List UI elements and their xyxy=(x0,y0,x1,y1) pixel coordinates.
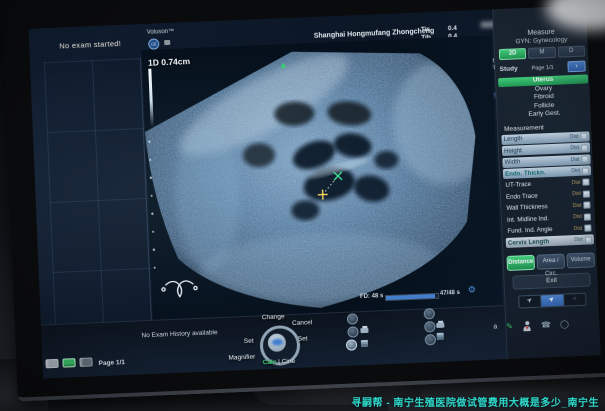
cine-progress-fill xyxy=(386,294,436,300)
circle-select-icon[interactable]: ○ xyxy=(564,294,586,306)
checkbox[interactable] xyxy=(580,132,587,139)
phone-icon[interactable]: ☎ xyxy=(541,320,551,330)
cursor-mode-segmented-control: ➤ ➤ ○ xyxy=(518,293,586,309)
photo-of-ultrasound-monitor: No exam started! Voluson™ GE Shanghai Ho… xyxy=(0,0,605,411)
measure-panel: Measure GYN: Gynecology 2D M D Study Pag… xyxy=(492,5,601,359)
body-marker-icon xyxy=(162,280,198,297)
measure-tool-buttons: Distance Area / Circ. Volume xyxy=(506,252,595,271)
fan-sector xyxy=(142,35,503,321)
study-next-page-button[interactable]: › xyxy=(567,61,585,73)
study-page-label: Page 1/1 xyxy=(518,64,568,72)
checkbox[interactable] xyxy=(581,144,588,151)
clipboard-grid[interactable] xyxy=(44,58,153,340)
distance-button[interactable]: Distance xyxy=(506,255,535,271)
layout-single-icon[interactable] xyxy=(45,359,58,369)
separator: | xyxy=(278,359,280,366)
ultrasound-screen: No exam started! Voluson™ GE Shanghai Ho… xyxy=(29,5,601,378)
record-circle-icon[interactable]: ◯ xyxy=(560,319,569,329)
voluson-logo: Voluson™ xyxy=(147,29,175,36)
printer-icon xyxy=(360,328,368,333)
status-message: No exam started! xyxy=(59,39,121,51)
ge-logo-icon: GE xyxy=(148,38,159,49)
trackball-topright-label: Cancel xyxy=(292,319,313,327)
trackball-left-label: Set xyxy=(244,338,254,345)
clipboard-page-label: Page 1/1 xyxy=(98,359,125,367)
logo-chip-icon xyxy=(164,40,170,45)
checkbox[interactable] xyxy=(584,224,591,231)
checkbox[interactable] xyxy=(582,178,589,185)
text-annotation-icon[interactable]: a xyxy=(493,322,497,332)
pointer-icon[interactable]: ➤ xyxy=(519,296,542,308)
printer-icon xyxy=(436,323,444,328)
ultrasound-image xyxy=(142,35,503,321)
trackball-top-label: Change xyxy=(262,313,285,321)
checkbox[interactable] xyxy=(585,236,592,243)
calc-label: Calc xyxy=(263,359,277,367)
exit-button[interactable]: Exit xyxy=(512,272,591,289)
checkbox[interactable] xyxy=(583,190,590,197)
study-row: Study Page 1/1 › xyxy=(499,61,585,76)
area-circ-button[interactable]: Area / Circ. xyxy=(536,254,565,270)
checkbox[interactable] xyxy=(582,167,589,174)
watermark-text: 寻嗣帮 - 南宁生殖医院做试管费用大概是多少_南宁生 xyxy=(352,394,599,409)
volume-button[interactable]: Volume xyxy=(566,252,595,268)
layout-grid-active-icon[interactable] xyxy=(62,358,75,368)
save-icon xyxy=(437,333,444,340)
patient-icon[interactable] xyxy=(522,321,532,331)
gear-icon[interactable]: ⚙ xyxy=(468,284,477,295)
mode-tabs: 2D M D xyxy=(499,46,585,61)
pencil-icon[interactable]: ✎ xyxy=(506,322,513,332)
trackball-bottom-label: Calc | Cine xyxy=(263,358,296,366)
measurement-row-cervix-length[interactable]: Cervix Length Dist xyxy=(506,234,594,248)
save-icon xyxy=(361,340,368,347)
cine-label: Cine xyxy=(282,358,296,366)
checkbox[interactable] xyxy=(583,201,590,208)
distance-measurement-label: 1D 0.74cm xyxy=(148,56,190,68)
cursor-arrow-icon[interactable]: ➤ xyxy=(541,295,564,307)
study-label: Study xyxy=(499,65,517,73)
cine-left-label: FD: 48 s xyxy=(360,293,384,300)
study-list: Uterus Ovary Fibroid Follicle Early Gest… xyxy=(496,74,592,120)
ultrasound-image-area[interactable] xyxy=(142,35,503,321)
tab-m[interactable]: M xyxy=(528,47,556,59)
trackball-right-label: Set xyxy=(298,335,308,342)
checkbox[interactable] xyxy=(581,155,588,162)
layout-grid-icon[interactable] xyxy=(79,357,92,367)
checkbox[interactable] xyxy=(584,213,591,220)
tab-d[interactable]: D xyxy=(557,46,585,58)
monitor-bezel: No exam started! Voluson™ GE Shanghai Ho… xyxy=(2,0,605,402)
tab-2d[interactable]: 2D xyxy=(499,48,527,60)
cine-right-label: 47/48 s xyxy=(440,290,460,297)
trackball-bottomleft-label: Magnifier xyxy=(228,354,255,362)
